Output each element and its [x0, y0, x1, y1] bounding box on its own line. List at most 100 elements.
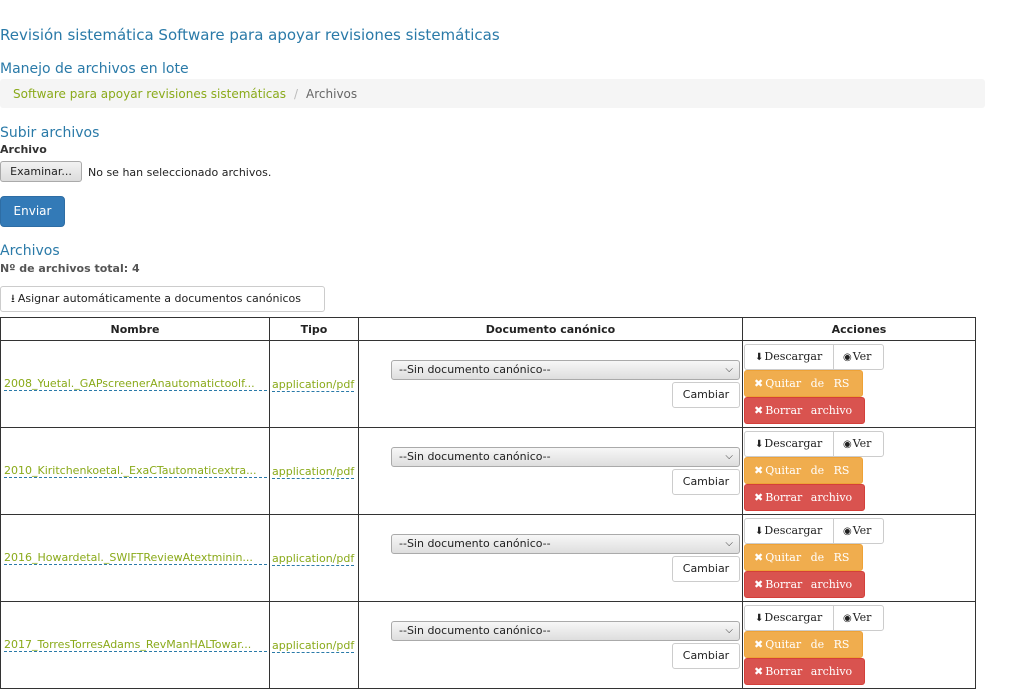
cambiar-button[interactable]: Cambiar: [672, 556, 740, 582]
delete-file-button[interactable]: ✖ Borrar archivo: [744, 484, 865, 511]
page-title: Revisión sistemática Software para apoya…: [0, 26, 500, 44]
file-type-cell: application/pdf: [269, 601, 359, 689]
view-button[interactable]: ◉Ver: [833, 605, 884, 631]
download-button[interactable]: ⬇Descargar: [744, 605, 834, 631]
view-button[interactable]: ◉Ver: [833, 344, 884, 370]
remove-label: Quitar de RS: [765, 464, 850, 477]
download-icon: ⬇: [755, 526, 764, 537]
remove-label: Quitar de RS: [765, 551, 850, 564]
actions-cell: ⬇Descargar ◉Ver ✖ Quitar de RS ✖ Borrar ar…: [742, 601, 976, 689]
eye-icon: ◉: [843, 352, 852, 363]
file-type-cell: application/pdf: [269, 340, 359, 428]
download-tray-icon: ⭳: [11, 292, 15, 305]
delete-label: Borrar archivo: [765, 491, 853, 504]
file-type-cell: application/pdf: [269, 427, 359, 515]
table-row: 2010_Kiritchenkoetal._ExaCTautomaticextr…: [0, 427, 976, 515]
view-button[interactable]: ◉Ver: [833, 431, 884, 457]
canonical-select-value: --Sin documento canónico--: [399, 624, 551, 637]
chevron-down-icon: ⌵: [725, 451, 733, 462]
chevron-down-icon: ⌵: [725, 625, 733, 636]
breadcrumb-link-project[interactable]: Software para apoyar revisiones sistemát…: [13, 87, 286, 101]
remove-label: Quitar de RS: [765, 377, 850, 390]
file-name-link[interactable]: 2016_Howardetal._SWIFTReviewAtextminin..…: [4, 551, 267, 565]
table-row: 2016_Howardetal._SWIFTReviewAtextminin..…: [0, 514, 976, 602]
breadcrumb-current: Archivos: [306, 87, 358, 101]
canonical-cell: --Sin documento canónico-- ⌵ Cambiar: [358, 601, 743, 689]
canonical-cell: --Sin documento canónico-- ⌵ Cambiar: [358, 514, 743, 602]
file-name-link[interactable]: 2010_Kiritchenkoetal._ExaCTautomaticextr…: [4, 464, 267, 478]
delete-label: Borrar archivo: [765, 404, 853, 417]
files-table: Nombre Tipo Documento canónico Acciones …: [0, 317, 976, 689]
download-button[interactable]: ⬇Descargar: [744, 344, 834, 370]
column-header-canonical: Documento canónico: [358, 317, 743, 341]
download-icon: ⬇: [755, 613, 764, 624]
delete-file-button[interactable]: ✖ Borrar archivo: [744, 571, 865, 598]
actions-cell: ⬇Descargar ◉Ver ✖ Quitar de RS ✖ Borrar ar…: [742, 427, 976, 515]
download-icon: ⬇: [755, 352, 764, 363]
file-type[interactable]: application/pdf: [272, 552, 355, 566]
file-type[interactable]: application/pdf: [272, 639, 355, 653]
no-file-text: No se han seleccionado archivos.: [88, 166, 272, 179]
close-icon: ✖: [754, 464, 764, 477]
delete-label: Borrar archivo: [765, 578, 853, 591]
file-name-cell: 2010_Kiritchenkoetal._ExaCTautomaticextr…: [0, 427, 270, 515]
cambiar-button[interactable]: Cambiar: [672, 643, 740, 669]
browse-button[interactable]: Examinar...: [0, 161, 82, 182]
remove-from-rs-button[interactable]: ✖ Quitar de RS: [744, 544, 863, 571]
canonical-select-value: --Sin documento canónico--: [399, 537, 551, 550]
view-button[interactable]: ◉Ver: [833, 518, 884, 544]
canonical-select-value: --Sin documento canónico--: [399, 363, 551, 376]
file-name-cell: 2016_Howardetal._SWIFTReviewAtextminin..…: [0, 514, 270, 602]
chevron-down-icon: ⌵: [725, 538, 733, 549]
delete-file-button[interactable]: ✖ Borrar archivo: [744, 397, 865, 424]
download-icon: ⬇: [755, 439, 764, 450]
canonical-select[interactable]: --Sin documento canónico-- ⌵: [391, 534, 740, 554]
view-label: Ver: [852, 611, 872, 624]
remove-from-rs-button[interactable]: ✖ Quitar de RS: [744, 457, 863, 484]
close-icon: ✖: [754, 578, 764, 591]
download-label: Descargar: [764, 350, 823, 363]
close-icon: ✖: [754, 404, 764, 417]
chevron-down-icon: ⌵: [725, 364, 733, 375]
submit-button[interactable]: Enviar: [0, 196, 65, 227]
actions-cell: ⬇Descargar ◉Ver ✖ Quitar de RS ✖ Borrar ar…: [742, 340, 976, 428]
close-icon: ✖: [754, 377, 764, 390]
file-field-label: Archivo: [0, 143, 47, 156]
canonical-select[interactable]: --Sin documento canónico-- ⌵: [391, 447, 740, 467]
file-name-link[interactable]: 2008_Yuetal._GAPscreenerAnautomatictoolf…: [4, 377, 267, 391]
remove-label: Quitar de RS: [765, 638, 850, 651]
canonical-select[interactable]: --Sin documento canónico-- ⌵: [391, 621, 740, 641]
file-type[interactable]: application/pdf: [272, 378, 355, 392]
column-header-type: Tipo: [269, 317, 359, 341]
file-name-link[interactable]: 2017_TorresTorresAdams_RevManHALTowar...: [4, 638, 267, 652]
close-icon: ✖: [754, 551, 764, 564]
cambiar-button[interactable]: Cambiar: [672, 469, 740, 495]
file-type[interactable]: application/pdf: [272, 465, 355, 479]
download-button[interactable]: ⬇Descargar: [744, 431, 834, 457]
cambiar-button[interactable]: Cambiar: [672, 382, 740, 408]
close-icon: ✖: [754, 665, 764, 678]
canonical-cell: --Sin documento canónico-- ⌵ Cambiar: [358, 427, 743, 515]
eye-icon: ◉: [843, 526, 852, 537]
breadcrumb-separator: /: [293, 87, 299, 101]
table-row: 2008_Yuetal._GAPscreenerAnautomatictoolf…: [0, 340, 976, 428]
download-button[interactable]: ⬇Descargar: [744, 518, 834, 544]
actions-cell: ⬇Descargar ◉Ver ✖ Quitar de RS ✖ Borrar ar…: [742, 514, 976, 602]
view-label: Ver: [852, 437, 872, 450]
remove-from-rs-button[interactable]: ✖ Quitar de RS: [744, 631, 863, 658]
canonical-select[interactable]: --Sin documento canónico-- ⌵: [391, 360, 740, 380]
download-label: Descargar: [764, 524, 823, 537]
column-header-name: Nombre: [0, 317, 270, 341]
download-label: Descargar: [764, 611, 823, 624]
eye-icon: ◉: [843, 439, 852, 450]
upload-heading: Subir archivos: [0, 125, 100, 141]
close-icon: ✖: [754, 638, 764, 651]
file-name-cell: 2017_TorresTorresAdams_RevManHALTowar...: [0, 601, 270, 689]
assign-canonical-label: Asignar automáticamente a documentos can…: [17, 292, 302, 305]
delete-file-button[interactable]: ✖ Borrar archivo: [744, 658, 865, 685]
remove-from-rs-button[interactable]: ✖ Quitar de RS: [744, 370, 863, 397]
canonical-select-value: --Sin documento canónico--: [399, 450, 551, 463]
eye-icon: ◉: [843, 613, 852, 624]
assign-canonical-button[interactable]: ⭳ Asignar automáticamente a documentos ca…: [0, 286, 325, 312]
column-header-actions: Acciones: [742, 317, 976, 341]
